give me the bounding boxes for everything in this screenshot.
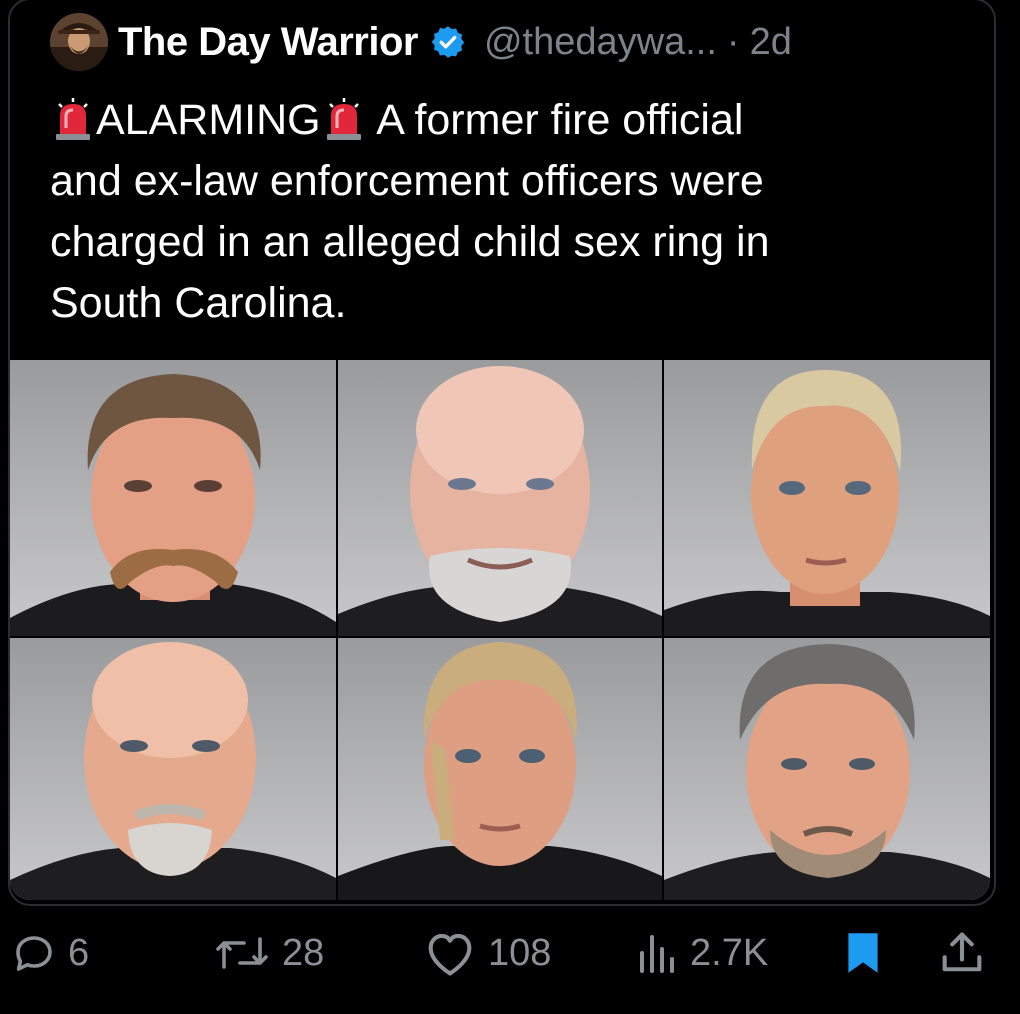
post-text-line-3: charged in an alleged child sex ring in	[50, 218, 770, 266]
repost-icon	[216, 937, 268, 969]
siren-emoji-icon	[56, 98, 90, 140]
share-icon	[942, 932, 982, 972]
views-button[interactable]: 2.7K	[636, 918, 768, 988]
verified-badge-icon	[431, 26, 465, 58]
mugshot-2	[338, 360, 662, 636]
bookmark-button[interactable]	[838, 918, 888, 988]
share-button[interactable]	[936, 918, 988, 988]
repost-count: 28	[282, 931, 325, 974]
mugshot-4	[10, 638, 336, 900]
reply-icon	[16, 936, 52, 971]
view-count: 2.7K	[690, 931, 769, 974]
post-text-line-1-rest: A former fire official	[376, 96, 744, 144]
post-text-line-1: ALARMING A former fire official	[50, 90, 950, 151]
post-timestamp[interactable]: 2d	[750, 21, 792, 64]
post-header: The Day Warrior @thedaywa... · 2d	[50, 10, 792, 74]
mugshot-5	[338, 638, 662, 900]
like-count: 108	[488, 931, 552, 974]
post-text-line-4: South Carolina.	[50, 279, 347, 327]
mugshot-6	[664, 638, 990, 900]
reply-count: 6	[68, 931, 90, 974]
post-text-line-2: and ex-law enforcement officers were	[50, 157, 764, 205]
alarm-word: ALARMING	[96, 96, 321, 144]
views-icon	[640, 935, 674, 973]
repost-button[interactable]: 28	[212, 918, 324, 988]
post-action-bar: 6 28 108 2.7K	[0, 918, 1020, 988]
mugshot-1	[10, 360, 336, 636]
separator-dot: ·	[726, 20, 740, 63]
author-name[interactable]: The Day Warrior	[118, 20, 418, 65]
reply-button[interactable]: 6	[10, 918, 89, 988]
mugshot-grid	[10, 360, 990, 900]
siren-emoji-icon	[326, 98, 361, 140]
heart-icon	[428, 933, 472, 976]
post-text: ALARMING A former fire official and ex-l…	[50, 90, 950, 334]
mugshot-3	[664, 360, 990, 636]
post-media-image[interactable]	[10, 360, 990, 900]
avatar[interactable]	[50, 13, 108, 71]
bookmark-icon	[848, 933, 878, 973]
author-handle[interactable]: @thedaywa...	[484, 21, 717, 64]
like-button[interactable]: 108	[422, 918, 551, 988]
